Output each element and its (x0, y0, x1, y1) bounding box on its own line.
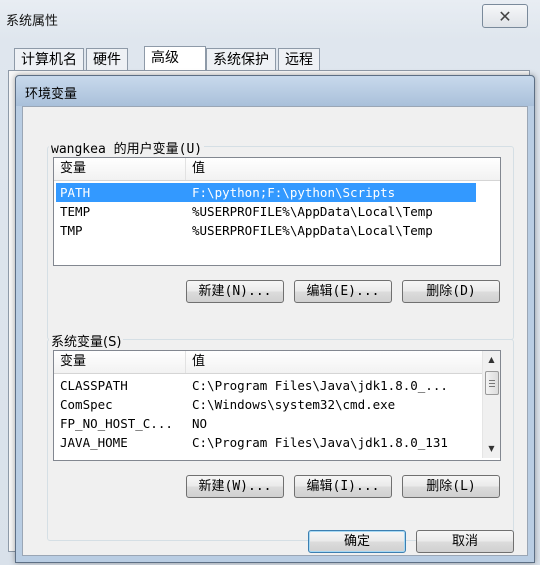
system-new-button[interactable]: 新建(W)... (186, 475, 284, 498)
variable-value: %USERPROFILE%\AppData\Local\Temp (192, 223, 433, 238)
tab-hardware[interactable]: 硬件 (86, 48, 128, 71)
variable-name: TEMP (60, 204, 91, 219)
column-header-value[interactable]: 值 (186, 158, 498, 180)
column-header-variable[interactable]: 变量 (54, 158, 186, 180)
table-row[interactable]: TMP %USERPROFILE%\AppData\Local\Temp (56, 221, 476, 240)
system-variables-list[interactable]: 变量 值 CLASSPATH C:\Program Files\Java\jdk… (53, 350, 501, 461)
table-row[interactable]: TEMP %USERPROFILE%\AppData\Local\Temp (56, 202, 476, 221)
table-row[interactable]: CLASSPATH C:\Program Files\Java\jdk1.8.0… (56, 376, 480, 395)
scroll-up-arrow[interactable]: ▲ (483, 351, 500, 368)
ok-button[interactable]: 确定 (308, 530, 406, 553)
system-variables-header: 变量 值 (54, 351, 482, 374)
user-variables-label: wangkea 的用户变量(U) (49, 138, 205, 157)
dialog-title: 环境变量 (25, 87, 78, 102)
grip-line (489, 379, 495, 381)
close-button[interactable]: ✕ (482, 4, 528, 28)
variable-name: ComSpec (60, 397, 113, 412)
system-delete-button[interactable]: 删除(L) (402, 475, 500, 498)
system-edit-button[interactable]: 编辑(I)... (294, 475, 392, 498)
tab-system-protection[interactable]: 系统保护 (206, 48, 276, 71)
scroll-up-icon: ▲ (488, 355, 495, 364)
cancel-button[interactable]: 取消 (416, 530, 514, 553)
scroll-down-arrow[interactable]: ▼ (483, 440, 500, 457)
tab-advanced[interactable]: 高级 (144, 46, 206, 71)
system-variables-label: 系统变量(S) (49, 331, 124, 350)
variable-name: PATH (60, 185, 91, 200)
variable-name: JAVA_HOME (60, 435, 128, 450)
system-variables-scrollbar[interactable]: ▲ ▼ (482, 351, 500, 458)
variable-value: C:\Program Files\Java\jdk1.8.0_131 (192, 435, 448, 450)
variable-name: FP_NO_HOST_C... (60, 416, 173, 431)
table-row[interactable]: PATH F:\python;F:\python\Scripts (56, 183, 476, 202)
system-properties-title: 系统属性 (6, 14, 59, 29)
variable-value: NO (192, 416, 208, 431)
grip-line (489, 382, 495, 384)
user-variables-list[interactable]: 变量 值 PATH F:\python;F:\python\Scripts TE… (53, 157, 501, 266)
grip-line (489, 385, 495, 387)
table-row[interactable]: ComSpec C:\Windows\system32\cmd.exe (56, 395, 480, 414)
variable-name: CLASSPATH (60, 378, 128, 393)
variable-value: C:\Program Files\Java\jdk1.8.0_... (192, 378, 448, 393)
user-delete-button[interactable]: 删除(D) (402, 280, 500, 303)
environment-variables-dialog: 环境变量 wangkea 的用户变量(U) 变量 值 PATH F:\pytho… (15, 75, 535, 563)
close-icon: ✕ (498, 6, 512, 26)
column-header-value[interactable]: 值 (186, 351, 482, 373)
user-edit-button[interactable]: 编辑(E)... (294, 280, 392, 303)
variable-value: %USERPROFILE%\AppData\Local\Temp (192, 204, 433, 219)
column-header-variable[interactable]: 变量 (54, 351, 186, 373)
user-variables-header: 变量 值 (54, 158, 500, 181)
table-row[interactable]: FP_NO_HOST_C... NO (56, 414, 480, 433)
table-row[interactable]: JAVA_HOME C:\Program Files\Java\jdk1.8.0… (56, 433, 480, 452)
tab-remote[interactable]: 远程 (278, 48, 320, 71)
variable-value: C:\Windows\system32\cmd.exe (192, 397, 396, 412)
scroll-down-icon: ▼ (488, 444, 495, 453)
tab-computer-name[interactable]: 计算机名 (14, 48, 84, 71)
variable-value: F:\python;F:\python\Scripts (192, 185, 396, 200)
dialog-body: wangkea 的用户变量(U) 变量 值 PATH F:\python;F:\… (22, 106, 528, 556)
user-variables-label-text: wangkea 的用户变量(U) (51, 142, 203, 157)
user-new-button[interactable]: 新建(N)... (186, 280, 284, 303)
scrollbar-thumb[interactable] (485, 371, 499, 395)
variable-name: TMP (60, 223, 83, 238)
dialog-titlebar[interactable]: 环境变量 (16, 76, 534, 106)
